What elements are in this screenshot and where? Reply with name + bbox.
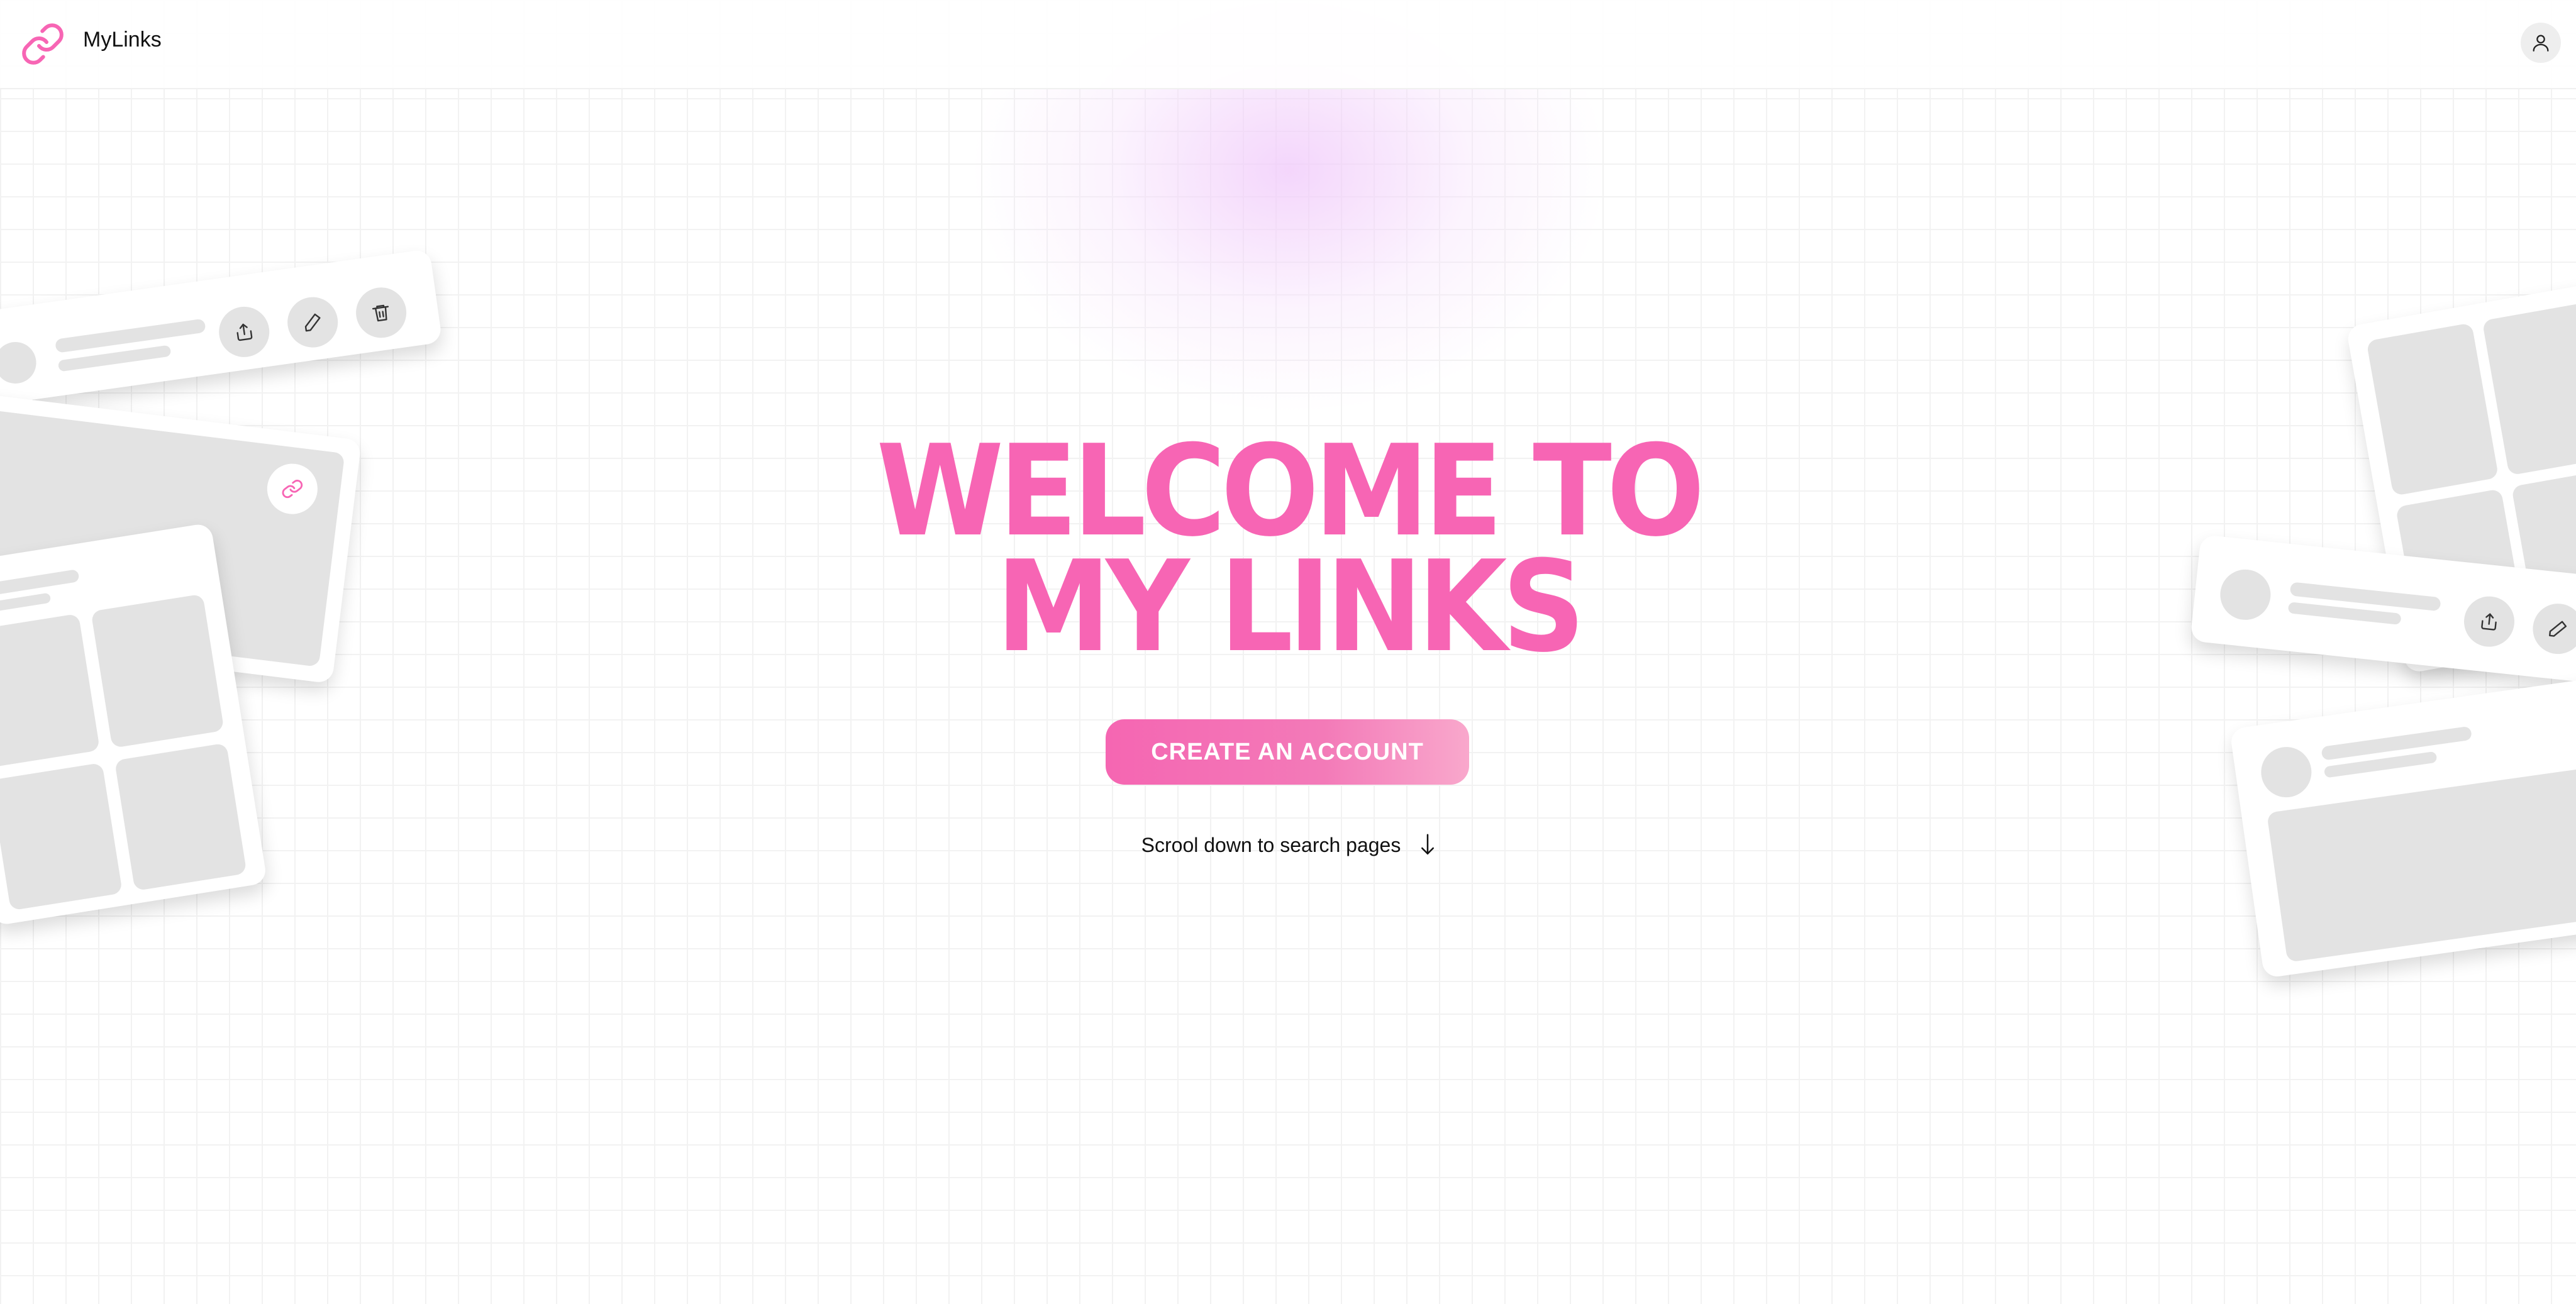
decor-tile	[2482, 290, 2576, 476]
top-nav: MyLinks	[0, 0, 2576, 89]
arrow-down-icon	[1421, 834, 1435, 854]
hero-title: WELCOME TO MY LINKS	[825, 418, 1751, 680]
pencil-icon	[284, 294, 341, 351]
trash-icon	[352, 284, 410, 341]
decor-card-image-right	[2229, 668, 2576, 979]
link-logo-icon[interactable]	[18, 19, 68, 69]
decor-text-line	[0, 592, 52, 614]
scroll-hint[interactable]: Scrool down to search pages	[1069, 832, 1509, 858]
hero-title-line-1: WELCOME TO	[876, 418, 1705, 565]
decor-card-list-row-left	[0, 248, 443, 408]
share-icon	[216, 303, 273, 361]
decor-tile	[0, 762, 123, 911]
scroll-hint-text: Scrool down to search pages	[1141, 833, 1401, 856]
decor-tile	[91, 594, 225, 748]
decor-image-placeholder	[2267, 756, 2576, 963]
user-profile-button[interactable]	[2521, 23, 2561, 63]
decor-avatar	[2258, 743, 2315, 801]
hero-title-line-2: MY LINKS	[996, 534, 1585, 680]
share-icon	[2462, 594, 2517, 649]
pencil-icon	[2530, 601, 2576, 657]
create-account-button[interactable]: CREATE AN ACCOUNT	[1106, 719, 1469, 785]
user-icon	[2533, 35, 2549, 52]
decor-avatar	[0, 339, 39, 387]
decor-text-line	[54, 318, 206, 353]
decor-tile	[0, 613, 101, 768]
decor-tile	[114, 743, 247, 892]
decor-text-line	[2321, 726, 2473, 761]
landing-page: MyLinks WELCOME TO MY LINKS CREATE AN AC…	[0, 0, 2576, 1304]
brand-name[interactable]: MyLinks	[83, 28, 162, 52]
decor-avatar	[2218, 566, 2273, 622]
decor-tile	[2366, 323, 2499, 496]
decor-text-line	[0, 569, 80, 597]
